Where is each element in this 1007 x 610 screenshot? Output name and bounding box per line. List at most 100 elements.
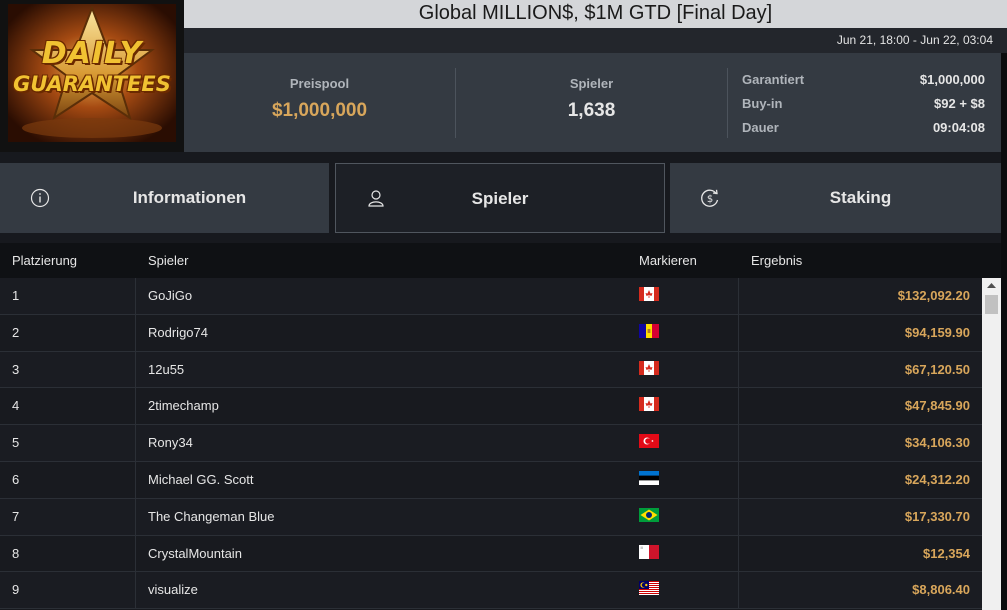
player-name-cell[interactable]: CrystalMountain [148, 536, 242, 572]
info-strip: Preispool $1,000,000 Spieler 1,638 Garan… [184, 53, 1001, 152]
duration-label: Dauer [742, 120, 779, 135]
canada-flag-icon [639, 397, 659, 412]
malta-flag-icon [639, 544, 659, 559]
result-cell: $47,845.90 [904, 398, 970, 414]
player-name-cell[interactable]: Michael GG. Scott [148, 462, 253, 498]
logo-line-daily: DAILY [41, 36, 143, 71]
player-name-cell[interactable]: 2timechamp [148, 388, 219, 424]
player-name-cell[interactable]: 12u55 [148, 352, 184, 388]
column-divider [738, 572, 739, 609]
table-row[interactable]: 9 visualize $8,806.40 [0, 572, 982, 610]
header-flag[interactable]: Markieren [639, 243, 697, 278]
table-row[interactable]: 1 GoJiGo $132,092.20 [0, 278, 982, 315]
tournament-details: Garantiert $1,000,000 Buy-in $92 + $8 Da… [742, 71, 985, 143]
column-divider [135, 535, 136, 572]
prize-pool-stat: Preispool $1,000,000 [184, 53, 455, 152]
malaysia-flag-icon [639, 581, 659, 596]
column-divider [135, 498, 136, 535]
column-divider [738, 498, 739, 535]
svg-text:$: $ [707, 194, 713, 205]
daily-guarantees-logo: DAILY GUARANTEES [0, 0, 184, 152]
table-row[interactable]: 8 CrystalMountain $12,354 [0, 535, 982, 573]
column-divider [135, 278, 136, 314]
guaranteed-label: Garantiert [742, 72, 805, 87]
players-value: 1,638 [567, 100, 616, 121]
guaranteed-value: $1,000,000 [919, 72, 985, 87]
info-icon [30, 188, 50, 208]
header-rank[interactable]: Platzierung [12, 243, 77, 278]
column-divider [135, 461, 136, 498]
table-row[interactable]: 2 Rodrigo74 $94,159.90 [0, 314, 982, 352]
table-row[interactable]: 5 Rony34 $34,106.30 [0, 425, 982, 462]
prize-pool-label: Preispool [289, 76, 350, 91]
player-name-cell[interactable]: The Changeman Blue [148, 499, 274, 535]
dollar-refresh-icon: $ [701, 189, 719, 207]
rank-cell: 7 [12, 508, 20, 524]
rank-cell: 2 [12, 324, 20, 340]
canada-flag-icon [639, 287, 659, 301]
header-result[interactable]: Ergebnis [751, 243, 802, 278]
column-divider [738, 314, 739, 351]
duration-value: 09:04:08 [932, 120, 985, 135]
tab-spieler[interactable]: Spieler [335, 163, 665, 233]
tab-staking[interactable]: $ Staking [670, 163, 1001, 233]
rank-cell: 9 [12, 582, 20, 598]
tab-informationen[interactable]: Informationen [0, 163, 329, 233]
buyin-value: $92 + $8 [934, 96, 985, 111]
tab-spieler-label: Spieler [471, 189, 529, 208]
rank-cell: 4 [12, 398, 20, 414]
player-name-cell[interactable]: Rodrigo74 [148, 315, 208, 351]
scroll-up-arrow-icon[interactable] [982, 278, 1001, 294]
buyin-row: Buy-in $92 + $8 [742, 95, 985, 119]
player-name-cell[interactable]: visualize [148, 572, 198, 608]
result-cell: $12,354 [923, 545, 970, 561]
turkey-flag-icon [639, 434, 659, 449]
result-cell: $24,312.20 [904, 471, 970, 487]
canada-flag-icon [639, 360, 659, 375]
rank-cell: 1 [12, 288, 20, 303]
players-stat: Spieler 1,638 [456, 53, 727, 152]
brazil-flag-icon [639, 507, 659, 522]
rank-cell: 3 [12, 361, 20, 377]
player-name-cell[interactable]: GoJiGo [148, 278, 192, 314]
scrollbar-thumb[interactable] [985, 295, 998, 314]
rank-cell: 8 [12, 545, 20, 561]
result-cell: $94,159.90 [904, 324, 970, 340]
column-divider [738, 425, 739, 461]
result-cell: $132,092.20 [897, 288, 970, 303]
window-edge [1001, 53, 1007, 610]
table-row[interactable]: 7 The Changeman Blue $17,330.70 [0, 498, 982, 536]
column-divider [738, 535, 739, 572]
column-divider [738, 278, 739, 314]
column-divider [135, 314, 136, 351]
andorra-flag-icon [639, 323, 659, 338]
column-divider [135, 572, 136, 609]
players-label: Spieler [569, 76, 614, 91]
guaranteed-row: Garantiert $1,000,000 [742, 71, 985, 95]
header-player[interactable]: Spieler [148, 243, 188, 278]
logo-line-guarantees: GUARANTEES [13, 72, 171, 96]
column-divider [135, 388, 136, 425]
result-cell: $67,120.50 [904, 361, 970, 377]
column-divider [135, 425, 136, 461]
estonia-flag-icon [639, 470, 659, 485]
divider [727, 68, 728, 138]
rank-cell: 5 [12, 435, 20, 451]
table-row[interactable]: 6 Michael GG. Scott $24,312.20 [0, 461, 982, 499]
prize-pool-value: $1,000,000 [271, 100, 368, 121]
column-divider [135, 351, 136, 388]
table-row[interactable]: 4 2timechamp $47,845.90 [0, 388, 982, 426]
results-table-header: Platzierung Spieler Markieren Ergebnis [0, 243, 1001, 278]
column-divider [738, 351, 739, 388]
result-cell: $34,106.30 [904, 435, 970, 451]
player-name-cell[interactable]: Rony34 [148, 425, 193, 461]
date-range: Jun 21, 18:00 - Jun 22, 03:04 [184, 28, 1007, 53]
table-scrollbar[interactable] [982, 278, 1001, 610]
result-cell: $17,330.70 [904, 508, 970, 524]
result-cell: $8,806.40 [912, 582, 970, 598]
column-divider [738, 388, 739, 425]
tab-informationen-label: Informationen [132, 188, 247, 207]
tournament-title: Global MILLION$, $1M GTD [Final Day] [184, 0, 1007, 28]
table-row[interactable]: 3 12u55 $67,120.50 [0, 351, 982, 389]
rank-cell: 6 [12, 471, 20, 487]
